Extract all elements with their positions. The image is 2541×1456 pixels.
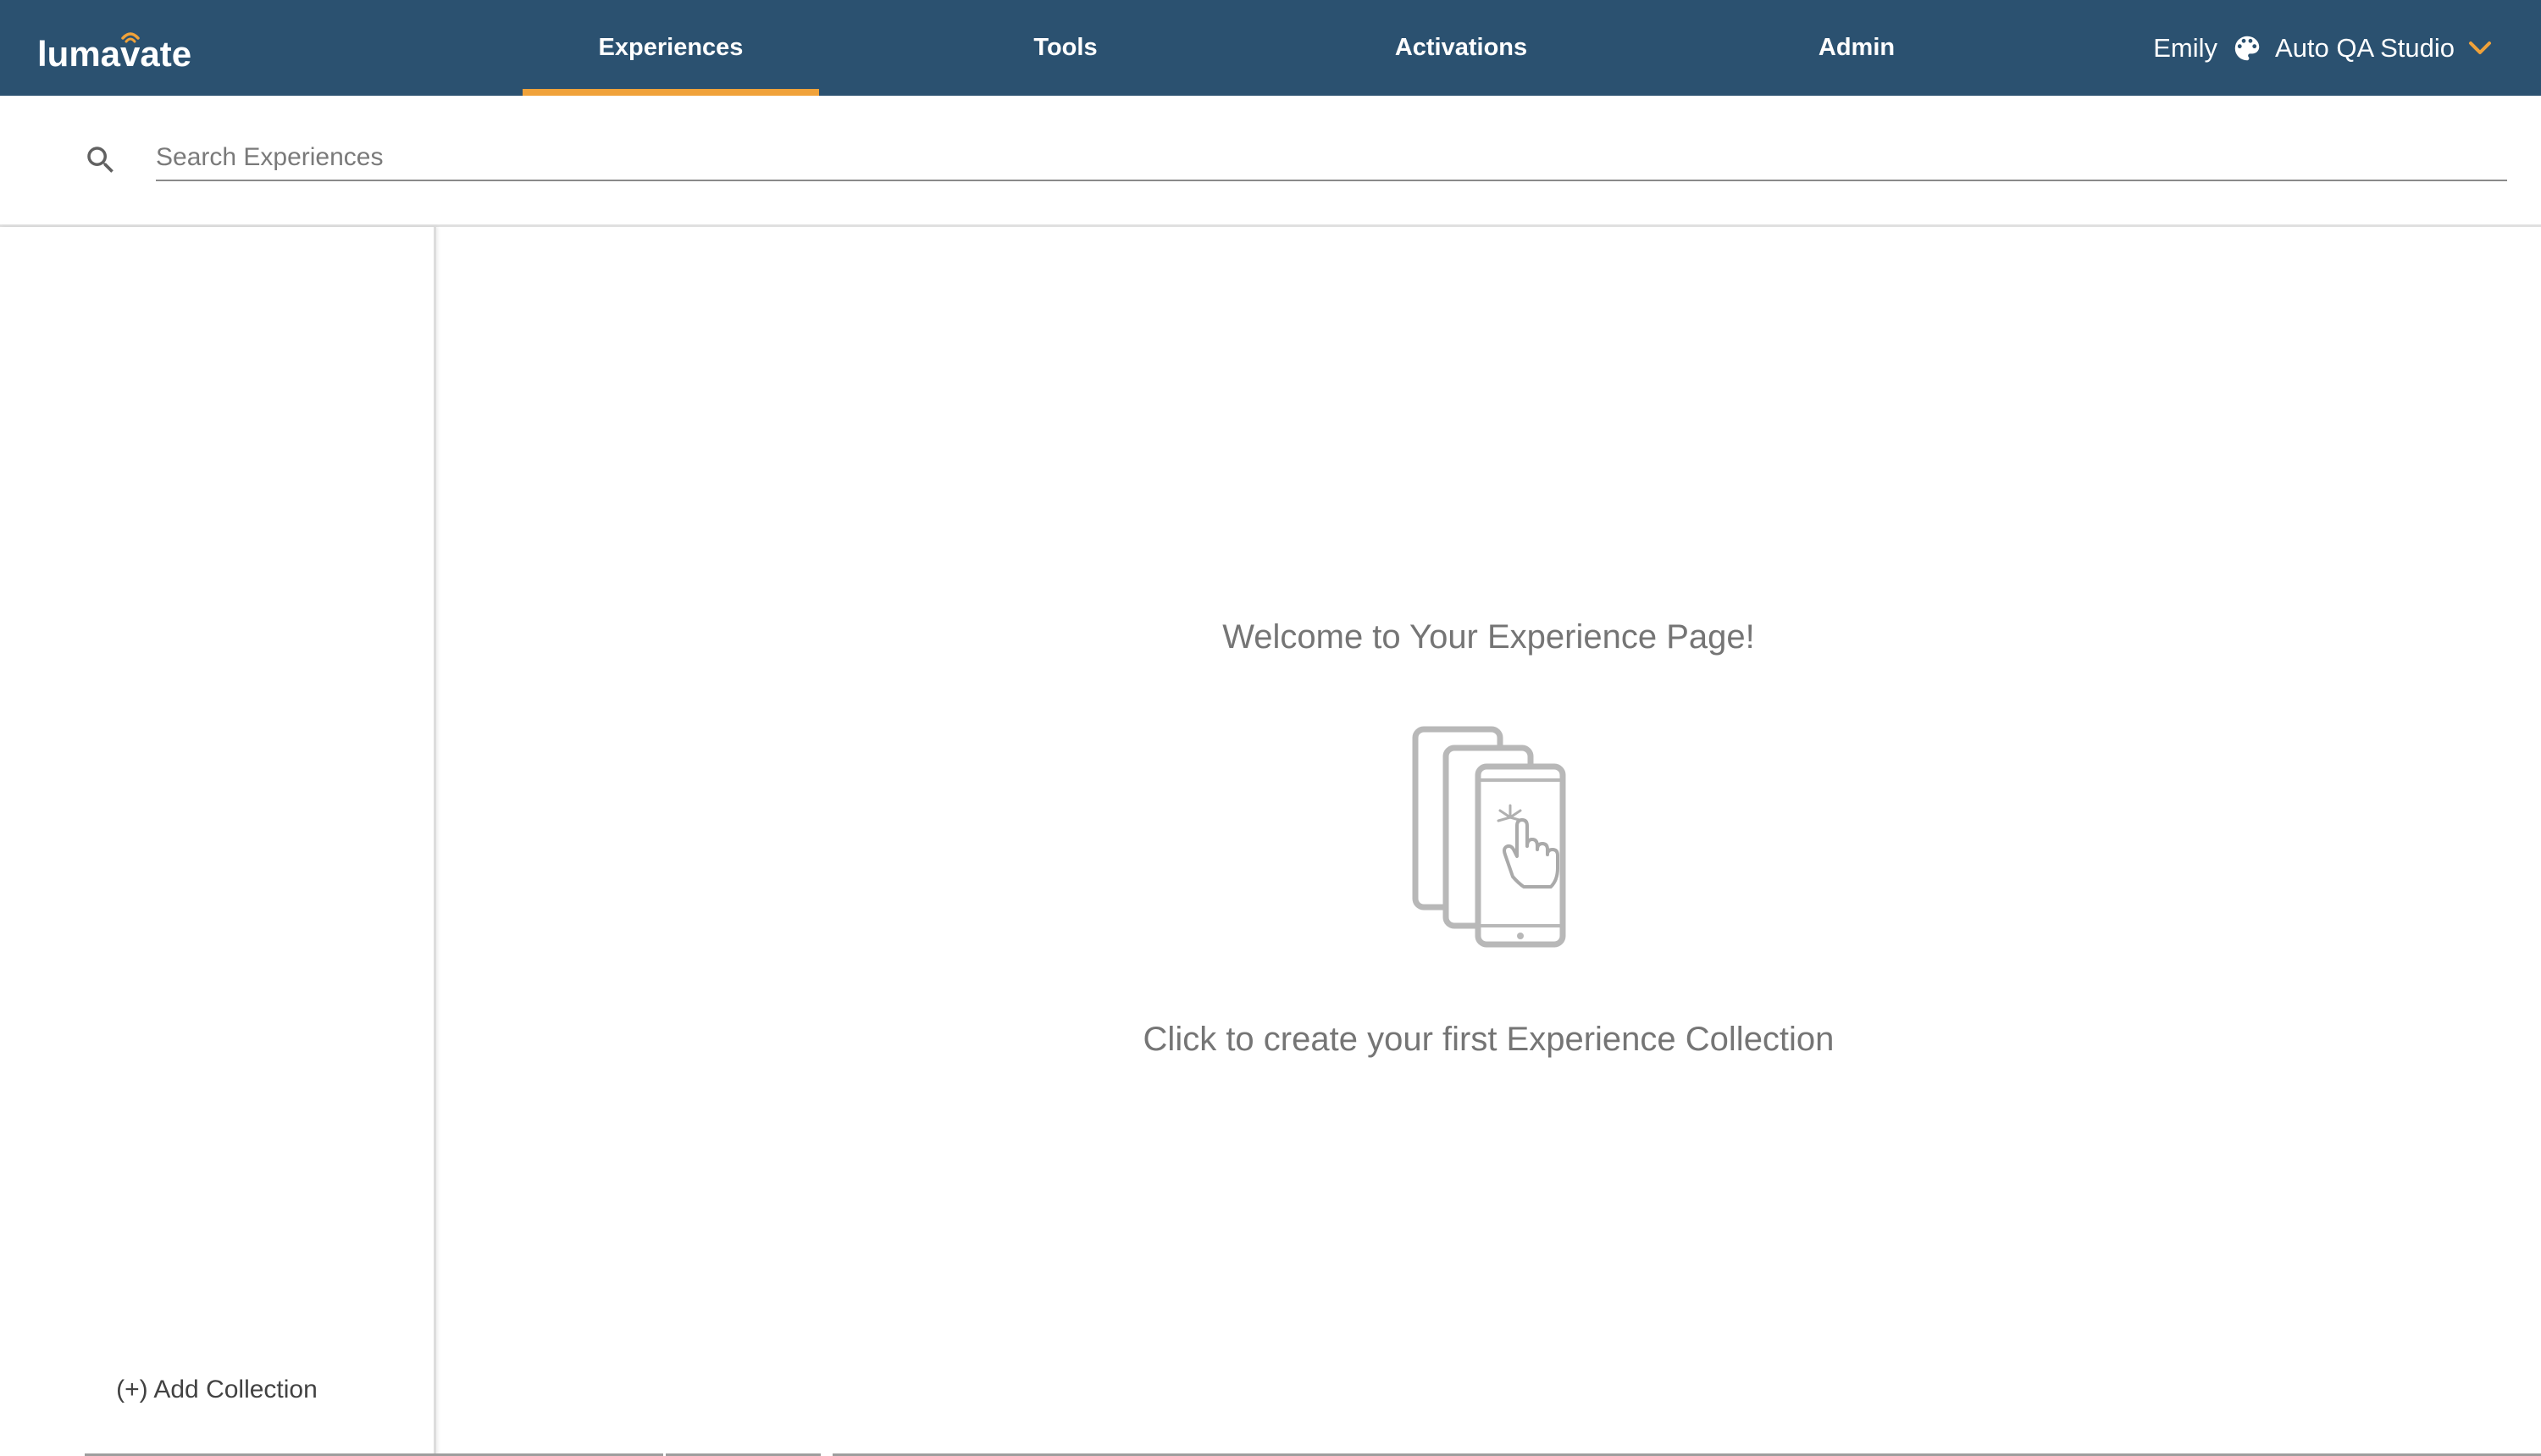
search-icon — [87, 147, 113, 173]
tab-admin-label: Admin — [1818, 34, 1896, 61]
search-input[interactable] — [156, 136, 2507, 181]
tab-activations-label: Activations — [1394, 34, 1528, 61]
collections-sidebar — [0, 227, 436, 1456]
active-tab-indicator — [523, 89, 819, 96]
user-name: Emily — [2153, 32, 2218, 63]
welcome-title: Welcome to Your Experience Page! — [1222, 618, 1755, 656]
tab-admin[interactable]: Admin — [1708, 0, 2005, 96]
top-navigation-bar: lumavate Experiences Tools Activations A… — [0, 0, 2541, 96]
lumavate-logo[interactable]: lumavate — [37, 25, 224, 73]
user-studio-menu[interactable]: Emily Auto QA Studio — [2153, 0, 2492, 96]
tab-tools[interactable]: Tools — [917, 0, 1214, 96]
palette-icon — [2234, 36, 2260, 60]
tab-experiences-label: Experiences — [598, 34, 744, 61]
tab-experiences[interactable]: Experiences — [523, 0, 819, 96]
chevron-down-icon — [2469, 41, 2491, 54]
add-collection-button[interactable]: (+) Add Collection — [0, 1376, 434, 1404]
logo-text: lumavate — [37, 34, 191, 73]
tab-tools-label: Tools — [1033, 34, 1098, 61]
studio-name: Auto QA Studio — [2275, 32, 2455, 63]
phones-tap-icon[interactable] — [1409, 722, 1578, 951]
create-collection-prompt[interactable]: Click to create your first Experience Co… — [436, 1021, 2541, 1059]
tab-activations[interactable]: Activations — [1313, 0, 1609, 96]
main-content: Welcome to Your Experience Page! Click t… — [436, 227, 2541, 1456]
